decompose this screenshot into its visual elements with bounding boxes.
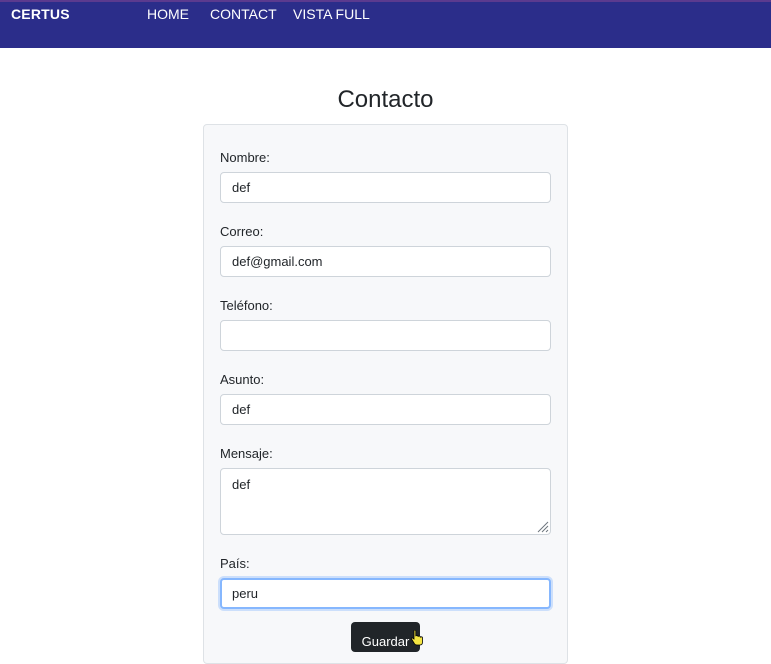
correo-label: Correo:: [220, 224, 264, 239]
asunto-input[interactable]: [220, 394, 551, 425]
top-navbar: CERTUS HOME CONTACT VISTA FULL: [0, 0, 771, 48]
mensaje-label: Mensaje:: [220, 446, 273, 461]
nav-link-contact[interactable]: CONTACT: [210, 6, 277, 22]
nav-link-vista-full[interactable]: VISTA FULL: [293, 6, 370, 22]
nombre-label: Nombre:: [220, 150, 270, 165]
brand-logo[interactable]: CERTUS: [11, 6, 70, 22]
guardar-button[interactable]: Guardar: [351, 622, 420, 652]
nav-link-home[interactable]: HOME: [147, 6, 189, 22]
pais-label: País:: [220, 556, 250, 571]
page-title: Contacto: [337, 86, 434, 113]
mensaje-textarea[interactable]: def: [220, 468, 551, 535]
resize-grip-icon[interactable]: [535, 519, 549, 533]
pais-input[interactable]: [220, 578, 551, 609]
telefono-input[interactable]: [220, 320, 551, 351]
correo-input[interactable]: [220, 246, 551, 277]
asunto-label: Asunto:: [220, 372, 265, 387]
nombre-input[interactable]: [220, 172, 551, 203]
telefono-label: Teléfono:: [220, 298, 273, 313]
